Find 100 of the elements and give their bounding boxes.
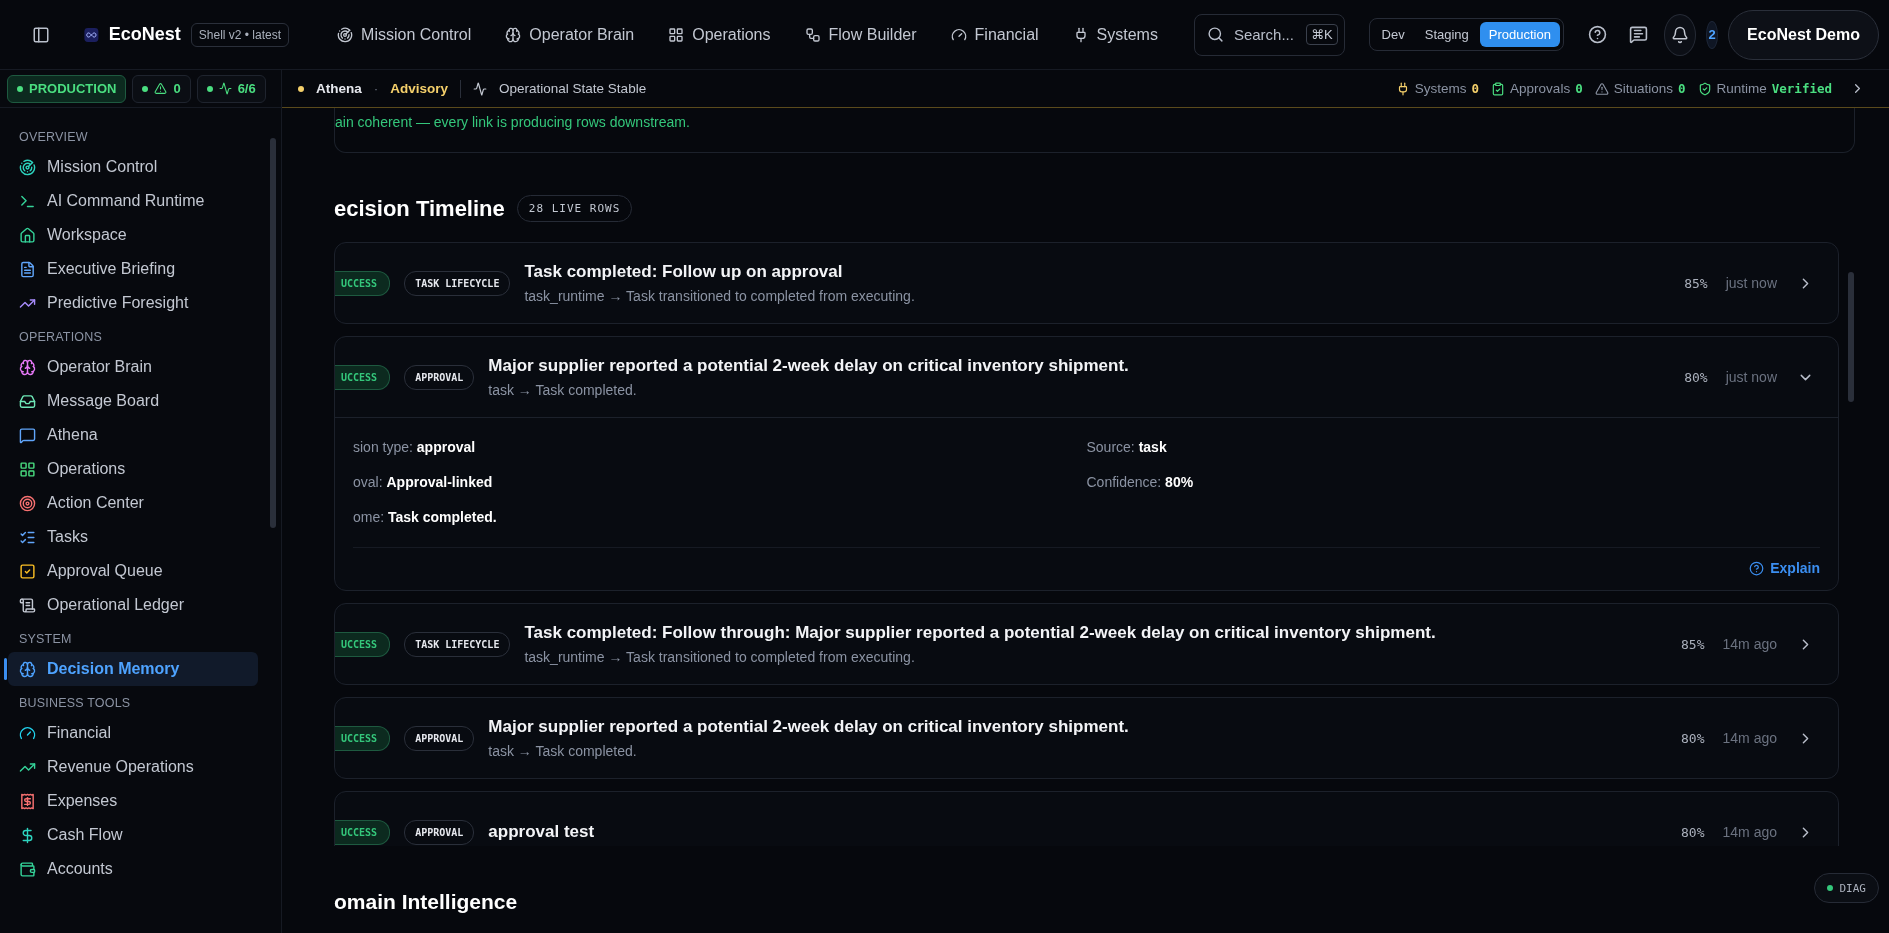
nav-link[interactable]: Financial [938, 19, 1051, 50]
agent-mode: Advisory [390, 81, 449, 96]
sidebar-item[interactable]: Operator Brain [8, 350, 258, 384]
sidebar-item[interactable]: Expenses [8, 784, 258, 818]
status-tag: UCCESS [335, 725, 391, 751]
nav-link[interactable]: Operations [656, 19, 783, 50]
document-icon [19, 260, 36, 278]
sidebar-item[interactable]: Tasks [8, 520, 258, 554]
brain-icon [19, 660, 36, 678]
pulse-icon [218, 82, 232, 95]
target-icon [19, 494, 36, 512]
confidence-value: 80% [1681, 824, 1705, 840]
agent-name: Athena [316, 81, 362, 96]
environment-button[interactable]: Staging [1415, 22, 1478, 47]
notifications-button[interactable] [1663, 13, 1696, 56]
nav-link[interactable]: Mission Control [325, 19, 484, 50]
nav-link[interactable]: Systems [1060, 19, 1170, 50]
chat-icon[interactable] [1628, 25, 1648, 44]
sidebar-item[interactable]: Executive Briefing [8, 252, 258, 286]
sidebar-item[interactable]: Financial [8, 716, 258, 750]
alerts-badge: 0 [132, 74, 191, 103]
status-tag: UCCESS [335, 364, 391, 390]
nav-link[interactable]: Operator Brain [493, 19, 647, 50]
sidebar-item[interactable]: Predictive Foresight [8, 286, 258, 320]
sidebar-item[interactable]: Revenue Operations [8, 750, 258, 784]
confidence-value: 85% [1684, 275, 1708, 291]
section-heading: OVERVIEW [18, 129, 89, 146]
health-badge: 6/6 [196, 74, 266, 103]
workspace-button[interactable]: EcoNest Demo [1728, 9, 1879, 60]
timeline-row[interactable]: UCCESS APPROVAL Major supplier reported a potential 2-week delay on critical inventory shipment. task → Task completed. 80% 14m ago [334, 697, 1839, 779]
sidebar-item[interactable]: Action Center [8, 486, 258, 520]
inbox-icon [19, 392, 36, 410]
section-heading: SYSTEM [18, 631, 73, 648]
detail-text: Confidence: 80% [1086, 473, 1195, 492]
brain-icon [505, 26, 522, 43]
section-title: omain Intelligence [334, 890, 518, 914]
section-heading: OPERATIONS [18, 329, 104, 346]
sidebar-item[interactable]: Operational Ledger [8, 588, 258, 622]
row-time: 14m ago [1722, 636, 1777, 652]
confidence-value: 85% [1681, 636, 1705, 652]
timeline-row[interactable]: UCCESS APPROVAL approval test 80% 14m ago [334, 791, 1839, 846]
explain-link[interactable]: Explain [1749, 560, 1820, 576]
detail-text: Source: task [1086, 438, 1168, 457]
summary-text: ain coherent — every link is producing rows downstream. [335, 114, 690, 130]
gauge-icon [950, 26, 967, 43]
status-tag: UCCESS [335, 631, 391, 657]
section-title: ecision Timeline [334, 195, 505, 222]
search-field[interactable]: Search... [1231, 25, 1298, 44]
sidebar-item[interactable]: Approval Queue [8, 554, 258, 588]
clipboard-check-icon [1491, 81, 1506, 96]
row-subtitle: task_runtime → Task transitioned to completed from executing. [524, 649, 916, 665]
row-title: Major supplier reported a potential 2-week delay on critical inventory shipment. [488, 717, 1130, 737]
workflow-icon [804, 26, 821, 43]
category-tag: TASK LIFECYCLE [404, 270, 511, 296]
category-tag: APPROVAL [404, 819, 475, 845]
warning-icon [154, 82, 168, 95]
timeline-row[interactable] [334, 603, 1839, 685]
checkbox-icon [19, 562, 36, 580]
row-subtitle: task → Task completed. [488, 382, 638, 398]
category-tag: TASK LIFECYCLE [404, 631, 511, 657]
sidebar-toggle-icon[interactable] [32, 25, 50, 44]
help-icon [1749, 560, 1765, 576]
sidebar-item[interactable]: Operations [8, 452, 258, 486]
bell-icon [1670, 25, 1689, 44]
shield-check-icon [1697, 81, 1712, 96]
status-indicator: Approvals 0 [1491, 81, 1583, 96]
warning-icon [1594, 81, 1609, 96]
row-time: just now [1725, 369, 1777, 385]
row-title: Task completed: Follow up on approval [524, 262, 844, 282]
row-title: Task completed: Follow through: Major supplier reported a potential 2-week delay on critical inventory shipment. [524, 623, 1437, 643]
brain-icon [19, 358, 36, 376]
row-title: Major supplier reported a potential 2-week delay on critical inventory shipment. [488, 356, 1130, 376]
help-icon[interactable] [1587, 25, 1607, 44]
radar-icon [337, 26, 354, 43]
row-subtitle: task_runtime → Task transitioned to completed from executing. [524, 288, 916, 304]
wallet-icon [19, 860, 36, 878]
section-heading: BUSINESS TOOLS [18, 695, 132, 712]
sidebar-item[interactable]: Athena [8, 418, 258, 452]
app-name: EcoNest [108, 24, 181, 45]
sidebar-item[interactable]: Cash Flow [8, 818, 258, 852]
sidebar-item[interactable]: Accounts [8, 852, 258, 886]
status-indicator: Systems 0 [1395, 81, 1480, 96]
sidebar-item[interactable]: Message Board [8, 384, 258, 418]
sidebar-item[interactable]: Mission Control [8, 150, 258, 184]
home-icon [19, 226, 36, 244]
sidebar-item[interactable]: AI Command Runtime [8, 184, 258, 218]
timeline-row[interactable]: UCCESS TASK LIFECYCLE Task completed: Follow up on approval task_runtime → Task transitioned to completed from executing. 85% just now [334, 242, 1839, 324]
environment-badge: PRODUCTION [7, 74, 127, 103]
detail-text: sion type: approval [353, 438, 477, 457]
status-tag: UCCESS [335, 819, 391, 845]
category-tag: APPROVAL [404, 364, 475, 390]
nav-link[interactable]: Flow Builder [792, 19, 929, 50]
row-time: 14m ago [1722, 730, 1777, 746]
chat-bubble-icon [19, 426, 36, 444]
notification-count: 2 [1705, 20, 1719, 49]
sidebar-item[interactable]: Workspace [8, 218, 258, 252]
environment-button[interactable]: Dev [1372, 22, 1414, 47]
diag-button[interactable]: DIAG [1813, 873, 1879, 903]
shortcut-key: ⌘K [1305, 24, 1338, 45]
search-icon [1206, 26, 1224, 43]
